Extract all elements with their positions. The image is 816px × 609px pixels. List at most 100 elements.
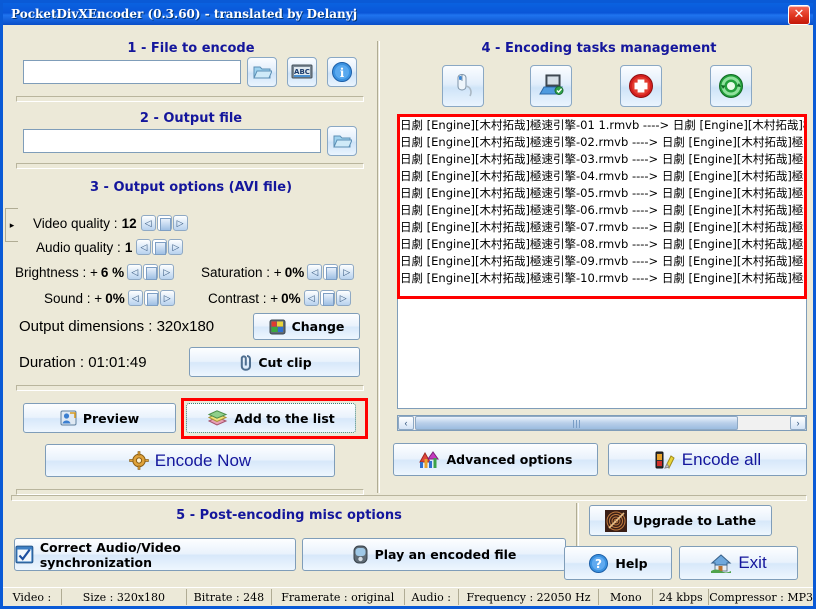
output-file-input[interactable] bbox=[23, 129, 321, 153]
saturation-stepper[interactable]: ◁ ▷ bbox=[307, 264, 355, 280]
contrast-row: Contrast : + 0% ◁ ▷ bbox=[208, 290, 351, 306]
sound-decrease[interactable]: ◁ bbox=[127, 290, 143, 306]
section2-title: 2 - Output file bbox=[139, 111, 243, 126]
edit-task-button[interactable] bbox=[530, 65, 572, 107]
contrast-slider[interactable] bbox=[319, 290, 335, 306]
audio-quality-row: Audio quality : 1 ◁ ▷ bbox=[36, 239, 184, 255]
advanced-options-button[interactable]: Advanced options bbox=[393, 443, 598, 476]
saturation-increase[interactable]: ▷ bbox=[339, 264, 355, 280]
abc-icon: ABC bbox=[291, 64, 313, 79]
status-framerate: Framerate : original bbox=[270, 589, 404, 605]
encode-all-label: Encode all bbox=[681, 449, 762, 469]
audio-quality-decrease[interactable]: ◁ bbox=[136, 239, 152, 255]
task-row[interactable]: 日劇 [Engine][木村拓哉]極速引擎-06.rmvb ----> 日劇 [… bbox=[398, 202, 806, 219]
saturation-label: Saturation : + bbox=[201, 264, 282, 280]
encode-now-label: Encode Now bbox=[154, 450, 252, 470]
encode-now-button[interactable]: Encode Now bbox=[45, 444, 335, 477]
contrast-stepper[interactable]: ◁ ▷ bbox=[303, 290, 351, 306]
encoding-tasks-list[interactable]: 日劇 [Engine][木村拓哉]極速引擎-01 1.rmvb ----> 日劇… bbox=[397, 114, 807, 409]
add-to-list-button[interactable]: Add to the list bbox=[186, 403, 356, 433]
tasks-hscrollbar[interactable]: ‹ › bbox=[397, 415, 807, 431]
browse-output-button[interactable] bbox=[327, 126, 357, 156]
audio-quality-stepper[interactable]: ◁ ▷ bbox=[136, 239, 184, 255]
advanced-options-label: Advanced options bbox=[446, 452, 573, 467]
video-quality-decrease[interactable]: ◁ bbox=[140, 215, 156, 231]
info-icon: i bbox=[332, 62, 352, 82]
close-button[interactable]: ✕ bbox=[788, 5, 810, 25]
help-button[interactable]: ? Help bbox=[564, 546, 672, 580]
video-quality-value: 12 bbox=[121, 215, 137, 231]
question-icon: ? bbox=[589, 553, 609, 573]
change-dimensions-button[interactable]: Change bbox=[253, 313, 360, 340]
brightness-label: Brightness : + bbox=[15, 264, 98, 280]
task-row[interactable]: 日劇 [Engine][木村拓哉]極速引擎-09.rmvb ----> 日劇 [… bbox=[398, 253, 806, 270]
browse-file-button[interactable] bbox=[247, 57, 277, 87]
encode-all-button[interactable]: Encode all bbox=[608, 443, 807, 476]
saturation-row: Saturation : + 0% ◁ ▷ bbox=[201, 264, 355, 280]
saturation-slider[interactable] bbox=[323, 264, 339, 280]
video-quality-stepper[interactable]: ◁ ▷ bbox=[140, 215, 188, 231]
column-separator bbox=[377, 41, 380, 493]
section-output-file: 2 - Output file bbox=[11, 111, 371, 126]
task-row[interactable]: 日劇 [Engine][木村拓哉]極速引擎-03.rmvb ----> 日劇 [… bbox=[398, 151, 806, 168]
brightness-slider[interactable] bbox=[143, 264, 159, 280]
info-button[interactable]: i bbox=[327, 57, 357, 87]
home-icon bbox=[711, 553, 732, 573]
section-encoding-tasks: 4 - Encoding tasks management bbox=[389, 41, 809, 56]
task-row[interactable]: 日劇 [Engine][木村拓哉]極速引擎-07.rmvb ----> 日劇 [… bbox=[398, 219, 806, 236]
sound-increase[interactable]: ▷ bbox=[159, 290, 175, 306]
section-file-to-encode: 1 - File to encode bbox=[11, 41, 371, 56]
saturation-decrease[interactable]: ◁ bbox=[307, 264, 323, 280]
saturation-value: 0% bbox=[284, 264, 305, 280]
play-button[interactable]: Play an encoded file bbox=[302, 538, 566, 571]
section3-title: 3 - Output options (AVI file) bbox=[89, 180, 293, 195]
delete-task-button[interactable] bbox=[620, 65, 662, 107]
section-output-options: 3 - Output options (AVI file) bbox=[11, 180, 371, 195]
task-row[interactable]: 日劇 [Engine][木村拓哉]極速引擎-04.rmvb ----> 日劇 [… bbox=[398, 168, 806, 185]
folder-icon bbox=[253, 66, 272, 79]
brightness-stepper[interactable]: ◁ ▷ bbox=[127, 264, 175, 280]
task-row[interactable]: 日劇 [Engine][木村拓哉]極速引擎-08.rmvb ----> 日劇 [… bbox=[398, 236, 806, 253]
audio-quality-slider[interactable] bbox=[152, 239, 168, 255]
select-task-button[interactable] bbox=[442, 65, 484, 107]
panel-collapse-handle[interactable]: ▸ bbox=[5, 208, 18, 242]
brightness-decrease[interactable]: ◁ bbox=[127, 264, 143, 280]
status-audio-bitrate: 24 kbps bbox=[652, 589, 708, 605]
scroll-thumb[interactable] bbox=[415, 416, 738, 430]
sync-button[interactable]: Correct Audio/Video synchronization bbox=[14, 538, 296, 571]
sound-row: Sound : + 0% ◁ ▷ bbox=[44, 290, 175, 306]
sound-slider[interactable] bbox=[143, 290, 159, 306]
brightness-value: 6 % bbox=[100, 264, 125, 280]
section-post-encoding: 5 - Post-encoding misc options bbox=[11, 508, 567, 523]
title-bar: PocketDivXEncoder (0.3.60) - translated … bbox=[3, 3, 813, 25]
task-row[interactable]: 日劇 [Engine][木村拓哉]極速引擎-05.rmvb ----> 日劇 [… bbox=[398, 185, 806, 202]
media-player-icon bbox=[353, 545, 368, 564]
video-quality-slider[interactable] bbox=[156, 215, 172, 231]
folder-icon bbox=[333, 135, 352, 148]
status-audio: Audio : bbox=[403, 589, 458, 605]
contrast-decrease[interactable]: ◁ bbox=[303, 290, 319, 306]
section4-title: 4 - Encoding tasks management bbox=[481, 41, 717, 56]
cut-clip-button[interactable]: Cut clip bbox=[189, 347, 360, 377]
scroll-right-button[interactable]: › bbox=[790, 416, 806, 430]
section1-title: 1 - File to encode bbox=[127, 41, 255, 56]
video-quality-increase[interactable]: ▷ bbox=[172, 215, 188, 231]
exit-button[interactable]: Exit bbox=[679, 546, 798, 580]
divider-2 bbox=[16, 163, 364, 169]
upgrade-button[interactable]: Upgrade to Lathe bbox=[589, 505, 772, 536]
contrast-increase[interactable]: ▷ bbox=[335, 290, 351, 306]
status-compressor: Compressor : MP3 bbox=[708, 589, 814, 605]
refresh-task-button[interactable] bbox=[710, 65, 752, 107]
task-row[interactable]: 日劇 [Engine][木村拓哉]極速引擎-01 1.rmvb ----> 日劇… bbox=[398, 117, 806, 134]
subtitle-button[interactable]: ABC bbox=[287, 57, 317, 87]
sound-stepper[interactable]: ◁ ▷ bbox=[127, 290, 175, 306]
preview-button[interactable]: Preview bbox=[23, 403, 176, 433]
file-to-encode-input[interactable] bbox=[23, 60, 241, 84]
checkmark-window-icon bbox=[15, 545, 34, 564]
audio-quality-increase[interactable]: ▷ bbox=[168, 239, 184, 255]
stack-icon bbox=[208, 409, 228, 426]
scroll-left-button[interactable]: ‹ bbox=[398, 416, 414, 430]
task-row[interactable]: 日劇 [Engine][木村拓哉]極速引擎-10.rmvb ----> 日劇 [… bbox=[398, 270, 806, 287]
task-row[interactable]: 日劇 [Engine][木村拓哉]極速引擎-02.rmvb ----> 日劇 [… bbox=[398, 134, 806, 151]
brightness-increase[interactable]: ▷ bbox=[159, 264, 175, 280]
